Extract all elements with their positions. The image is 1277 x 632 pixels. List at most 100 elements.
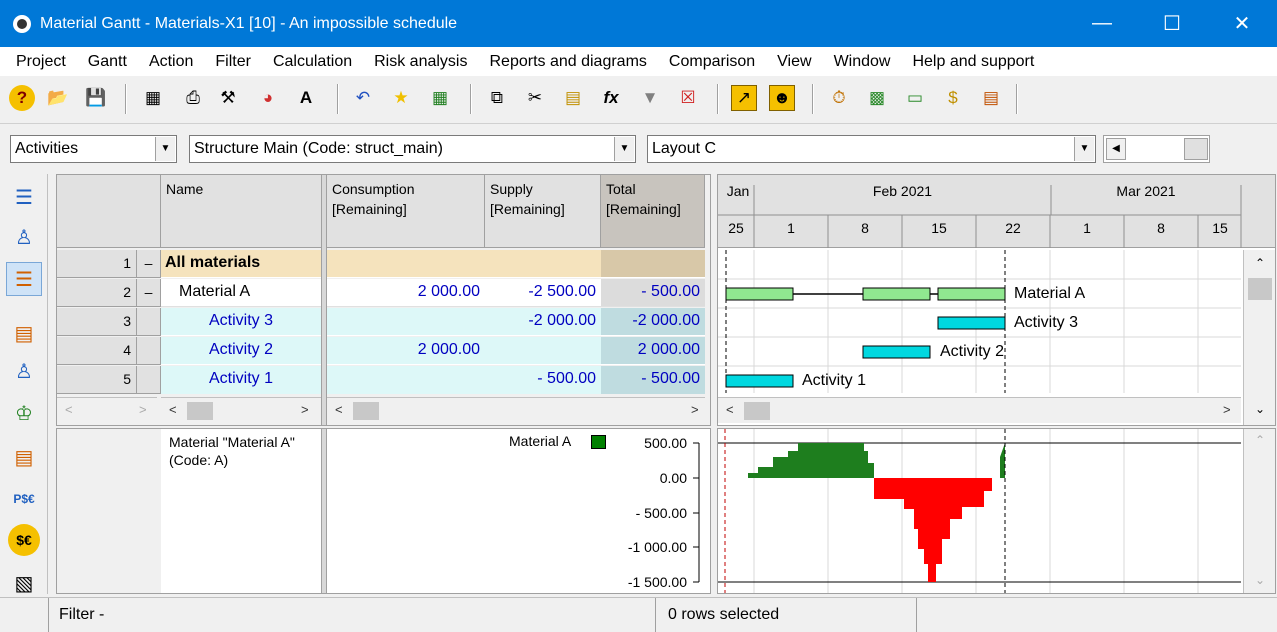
view-select[interactable]: Activities ▼ [10, 135, 177, 163]
chart-icon[interactable]: ▭ [902, 85, 928, 111]
run-icon[interactable]: ↗ [731, 85, 757, 111]
material-gantt-icon[interactable]: ☰ [6, 262, 42, 296]
columns-icon[interactable]: ▦ [140, 85, 166, 111]
zoom-slider-thumb[interactable] [1184, 138, 1208, 160]
material-list-icon[interactable]: ▤ [6, 440, 42, 474]
table-cell-supply[interactable]: -2 000.00 [485, 308, 601, 336]
minimize-button[interactable]: — [1067, 0, 1137, 47]
menu-help[interactable]: Help and support [901, 53, 1045, 71]
table-row-name[interactable]: Activity 1 [161, 366, 321, 394]
clear-filter-icon[interactable]: ☒ [675, 85, 701, 111]
activity-gantt-icon[interactable]: ▤ [6, 316, 42, 350]
table-cell-supply[interactable]: -2 500.00 [485, 279, 601, 307]
price-list-icon[interactable]: P$€ [6, 482, 42, 516]
menu-action[interactable]: Action [138, 53, 204, 71]
table-cell-total[interactable] [601, 250, 705, 278]
report-icon[interactable]: ▧ [6, 566, 42, 600]
chevron-left-icon[interactable]: ◀ [1106, 138, 1126, 160]
tools-icon[interactable]: ⚒ [215, 85, 241, 111]
chevron-down-icon[interactable]: ▼ [1074, 137, 1094, 161]
star-icon[interactable]: ★ [388, 85, 414, 111]
timer-icon[interactable]: ⏱ [826, 85, 852, 111]
column-header-total[interactable]: Total [Remaining] [601, 175, 705, 248]
chevron-up-icon[interactable]: ⌃ [1255, 433, 1265, 447]
menu-gantt[interactable]: Gantt [77, 53, 138, 71]
chevron-down-icon[interactable]: ⌄ [1255, 402, 1265, 416]
table-row-name[interactable]: Activity 2 [161, 337, 321, 365]
paste-icon[interactable]: ▤ [560, 85, 586, 111]
save-icon[interactable]: 💾 [83, 85, 109, 111]
filter-icon[interactable]: ▼ [637, 85, 663, 111]
chevron-right-icon[interactable]: > [301, 402, 309, 417]
chevron-right-icon[interactable]: > [691, 402, 699, 417]
column-header-name[interactable]: Name [161, 175, 325, 248]
table-cell-consumption[interactable] [327, 366, 485, 394]
formula-icon[interactable]: fx [598, 85, 624, 111]
scrollbar-thumb[interactable] [353, 402, 379, 420]
table-cell-consumption[interactable]: 2 000.00 [327, 337, 485, 365]
row-number[interactable]: 1 [57, 250, 137, 278]
copy-icon[interactable]: ⧉ [484, 85, 510, 111]
maximize-button[interactable]: ☐ [1137, 0, 1207, 47]
menu-risk-analysis[interactable]: Risk analysis [363, 53, 478, 71]
row-number[interactable]: 2 [57, 279, 137, 307]
scrollbar-thumb[interactable] [1248, 278, 1272, 300]
menu-filter[interactable]: Filter [204, 53, 262, 71]
chevron-left-icon[interactable]: < [726, 402, 734, 417]
chevron-down-icon[interactable]: ⌄ [1255, 573, 1265, 587]
open-folder-icon[interactable]: 📂 [45, 85, 71, 111]
table-cell-supply[interactable] [485, 250, 601, 278]
add-resource-icon[interactable]: ♔ [6, 396, 42, 430]
row-number[interactable]: 3 [57, 308, 137, 336]
excel-icon[interactable]: ▦ [427, 85, 453, 111]
layout-select[interactable]: Layout C ▼ [647, 135, 1096, 163]
structure-select[interactable]: Structure Main (Code: struct_main) ▼ [189, 135, 636, 163]
collapse-toggle[interactable]: – [137, 250, 161, 278]
menu-comparison[interactable]: Comparison [658, 53, 766, 71]
collapse-toggle[interactable]: – [137, 279, 161, 307]
table-cell-total[interactable]: 2 000.00 [601, 337, 705, 365]
chevron-right-icon[interactable]: > [1223, 402, 1231, 417]
stack-icon[interactable]: ▤ [978, 85, 1004, 111]
zoom-slider[interactable]: ◀ [1103, 135, 1210, 163]
table-cell-supply[interactable]: - 500.00 [485, 366, 601, 394]
table-cell-total[interactable]: -2 000.00 [601, 308, 705, 336]
row-number[interactable]: 4 [57, 337, 137, 365]
horizontal-scrollbar[interactable]: < > [57, 397, 157, 423]
menu-project[interactable]: Project [5, 53, 77, 71]
column-header-consumption[interactable]: Consumption [Remaining] [327, 175, 485, 248]
horizontal-scrollbar[interactable]: < > [161, 397, 321, 423]
row-number[interactable]: 5 [57, 366, 137, 394]
resource-list-icon[interactable]: ♙ [6, 354, 42, 388]
scrollbar-thumb[interactable] [744, 402, 770, 420]
menu-calculation[interactable]: Calculation [262, 53, 363, 71]
chevron-down-icon[interactable]: ▼ [614, 137, 634, 161]
table-cell-consumption[interactable]: 2 000.00 [327, 279, 485, 307]
help-icon[interactable]: ? [9, 85, 35, 111]
print-icon[interactable]: ⎙ [180, 85, 206, 111]
font-icon[interactable]: A [293, 85, 319, 111]
undo-icon[interactable]: ↶ [350, 85, 376, 111]
cost-coin-icon[interactable]: $€ [8, 524, 40, 556]
resource-icon[interactable]: ▩ [864, 85, 890, 111]
table-cell-consumption[interactable] [327, 308, 485, 336]
table-cell-total[interactable]: - 500.00 [601, 366, 705, 394]
menu-view[interactable]: View [766, 53, 822, 71]
table-row-name[interactable]: Activity 3 [161, 308, 321, 336]
chevron-left-icon[interactable]: < [335, 402, 343, 417]
horizontal-scrollbar[interactable]: < > [718, 397, 1241, 423]
vertical-scrollbar[interactable]: ⌃ ⌄ [1243, 429, 1275, 593]
chevron-down-icon[interactable]: ▼ [155, 137, 175, 161]
vertical-scrollbar[interactable]: ⌃ ⌄ [1243, 250, 1275, 425]
column-header-supply[interactable]: Supply [Remaining] [485, 175, 601, 248]
chevron-up-icon[interactable]: ⌃ [1255, 256, 1265, 270]
table-row-name[interactable]: All materials [161, 250, 321, 278]
person-icon[interactable]: ☻ [769, 85, 795, 111]
cut-icon[interactable]: ✂ [522, 85, 548, 111]
table-row-name[interactable]: Material A [161, 279, 321, 307]
table-cell-consumption[interactable] [327, 250, 485, 278]
cost-icon[interactable]: $ [940, 85, 966, 111]
pie-chart-icon[interactable]: ◕ [255, 85, 281, 111]
resource-structure-icon[interactable]: ♙ [6, 220, 42, 254]
menu-reports[interactable]: Reports and diagrams [478, 53, 657, 71]
